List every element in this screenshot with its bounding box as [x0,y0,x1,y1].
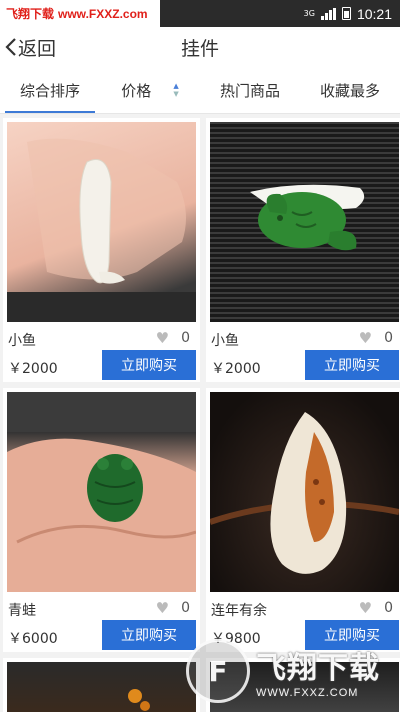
product-image[interactable] [210,662,399,712]
buy-now-button[interactable]: 立即购买 [102,350,196,380]
product-card-partial[interactable] [206,658,400,712]
heart-icon: ♥ [155,599,170,617]
jade-fish-white-image [7,138,196,322]
product-name: 小鱼 [8,333,36,349]
product-price: ￥2000 [211,361,261,377]
tab-price[interactable]: 价格 ▲ ▼ [100,67,200,113]
status-bar: 飞翔下载 www.FXXZ.com 3G 10:21 [0,0,400,27]
like-count-value: 0 [384,330,393,346]
tab-label: 收藏最多 [319,81,380,100]
product-card-partial[interactable] [3,658,200,712]
product-image[interactable] [7,122,196,322]
like-count[interactable]: ♥ 0 [359,329,393,347]
watermark-brand: 飞翔下载 [6,7,55,21]
product-name: 青蛙 [8,603,36,619]
jade-frog-image [7,392,196,592]
back-label: 返回 [18,37,57,60]
sort-arrows-icon: ▲ ▼ [173,82,179,98]
product-image[interactable] [210,392,399,592]
signal-icon [320,7,336,20]
like-count[interactable]: ♥ 0 [359,599,393,617]
tab-label: 综合排序 [19,81,80,100]
product-card[interactable]: 小鱼 ♥ 0 ￥2000 立即购买 [206,118,400,382]
tab-hot-products[interactable]: 热门商品 [200,67,300,113]
nav-bar: 返回 挂件 [0,27,400,67]
jade-carving-image [210,412,399,574]
status-icons: 3G 10:21 [304,0,392,27]
product-name: 小鱼 [211,333,239,349]
like-count[interactable]: ♥ 0 [156,329,190,347]
chevron-left-icon [5,38,16,56]
heart-icon: ♥ [155,329,170,347]
product-price: ￥2000 [8,361,58,377]
clock: 10:21 [356,5,392,22]
product-name: 连年有余 [211,603,267,619]
buy-now-button[interactable]: 立即购买 [102,620,196,650]
buy-now-button[interactable]: 立即购买 [305,350,399,380]
product-price: ￥6000 [8,631,58,647]
product-grid: 小鱼 ♥ 0 ￥2000 立即购买 小鱼 ♥ 0 ￥2000 立即购买 青蛙 ♥… [0,114,400,712]
filter-tabs: 综合排序 价格 ▲ ▼ 热门商品 收藏最多 [0,67,400,114]
tab-label: 价格 [121,81,152,100]
product-card[interactable]: 连年有余 ♥ 0 ￥9800 立即购买 [206,388,400,652]
network-type: 3G [303,9,315,18]
back-button[interactable]: 返回 [4,27,56,67]
product-card[interactable]: 青蛙 ♥ 0 ￥6000 立即购买 [3,388,200,652]
product-card[interactable]: 小鱼 ♥ 0 ￥2000 立即购买 [3,118,200,382]
page-title: 挂件 [180,37,219,60]
product-image[interactable] [210,122,399,322]
tab-most-favorited[interactable]: 收藏最多 [300,67,400,113]
like-count-value: 0 [181,330,190,346]
product-image[interactable] [7,392,196,592]
watermark-top: 飞翔下载 www.FXXZ.com [0,0,160,27]
product-image[interactable] [7,662,196,712]
like-count-value: 0 [181,600,190,616]
like-count-value: 0 [384,600,393,616]
heart-icon: ♥ [358,599,373,617]
tab-comprehensive-sort[interactable]: 综合排序 [0,67,100,113]
product-price: ￥9800 [211,631,261,647]
heart-icon: ♥ [358,329,373,347]
watermark-url: www.FXXZ.com [58,6,148,21]
battery-icon [341,7,351,20]
like-count[interactable]: ♥ 0 [156,599,190,617]
product-image-partial [128,689,150,711]
jade-fish-green-image [250,184,365,251]
buy-now-button[interactable]: 立即购买 [305,620,399,650]
tab-label: 热门商品 [219,81,280,100]
